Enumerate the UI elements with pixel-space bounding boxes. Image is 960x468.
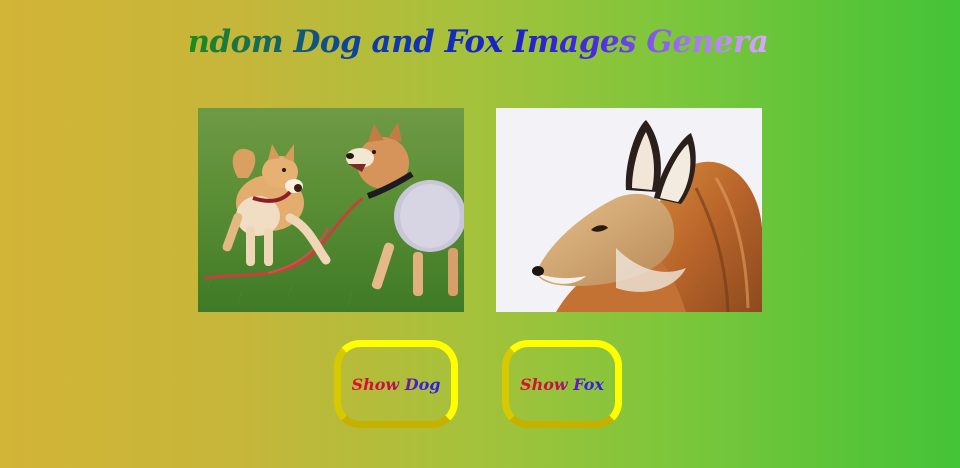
page-title: Random Dog and Fox Images Generator [0,24,960,60]
fox-image [496,108,762,312]
dog-image [198,108,464,312]
show-dog-label: Show Dog [351,374,441,394]
show-dog-button[interactable]: Show Dog [334,340,458,428]
show-fox-button[interactable]: Show Fox [502,340,622,428]
show-fox-label: Show Fox [520,374,604,394]
